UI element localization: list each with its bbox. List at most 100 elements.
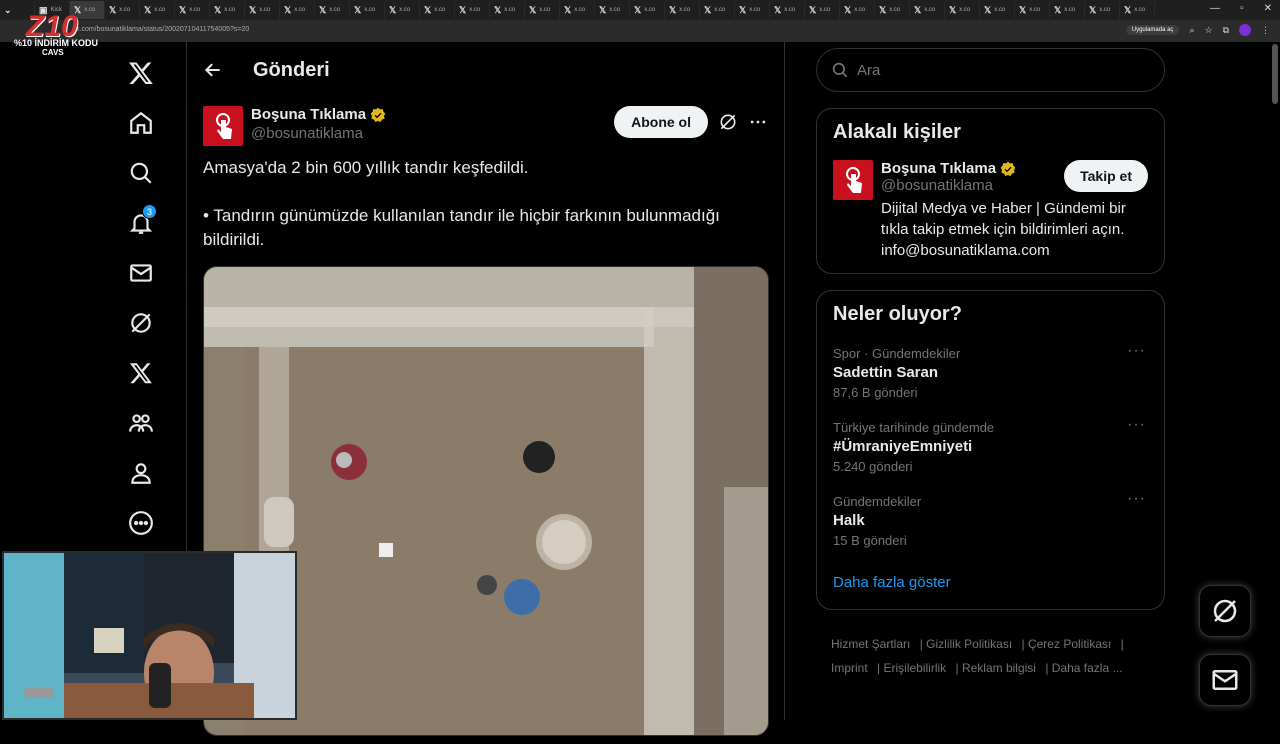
messages-floating-button[interactable]	[1199, 654, 1251, 706]
browser-tab[interactable]: 𝕏x.co	[560, 1, 595, 19]
browser-tab[interactable]: 𝕏x.co	[280, 1, 315, 19]
browser-tab[interactable]: 𝕏x.co	[455, 1, 490, 19]
browser-tab[interactable]: 𝕏x.co	[350, 1, 385, 19]
trend-item[interactable]: Spor · Gündemdekiler Sadettin Saran 87,6…	[833, 342, 1148, 400]
profile-avatar[interactable]	[1239, 24, 1251, 36]
browser-tab[interactable]: 𝕏x.co	[595, 1, 630, 19]
x-tab-icon: 𝕏	[1124, 4, 1132, 15]
back-arrow-icon[interactable]	[203, 60, 223, 80]
footer-link[interactable]: Imprint	[831, 661, 868, 675]
browser-tab[interactable]: 𝕏x.co	[1120, 1, 1155, 19]
browser-tab[interactable]: 𝕏x.co	[735, 1, 770, 19]
author-avatar[interactable]	[203, 106, 243, 146]
browser-tab[interactable]: 𝕏x.co	[700, 1, 735, 19]
minimize-icon[interactable]: —	[1210, 3, 1220, 14]
x-tab-icon: 𝕏	[879, 4, 887, 15]
browser-tab[interactable]: 𝕏x.co	[175, 1, 210, 19]
tweet-text-line: Amasya'da 2 bin 600 yıllık tandır keşfed…	[203, 158, 529, 177]
x-tab-icon: 𝕏	[599, 4, 607, 15]
follow-button[interactable]: Takip et	[1064, 160, 1148, 192]
browser-tab[interactable]: 𝕏x.co	[805, 1, 840, 19]
nav-communities[interactable]	[116, 398, 166, 448]
avatar[interactable]	[833, 160, 873, 200]
trend-item[interactable]: Gündemdekiler Halk 15 B gönderi ···	[833, 490, 1148, 548]
show-more-link[interactable]: Daha fazla göster	[833, 574, 1148, 591]
author-name[interactable]: Boşuna Tıklama	[251, 106, 386, 123]
trend-more-icon[interactable]: ···	[1127, 490, 1146, 508]
browser-tab[interactable]: 𝕏x.co	[910, 1, 945, 19]
browser-tab[interactable]: 𝕏x.co	[385, 1, 420, 19]
footer-link[interactable]: Gizlilik Politikası	[926, 637, 1012, 651]
nav-premium[interactable]	[116, 348, 166, 398]
trend-more-icon[interactable]: ···	[1127, 416, 1146, 434]
tab-label: x.co	[959, 7, 971, 13]
browser-tab[interactable]: 𝕏x.co	[140, 1, 175, 19]
person-name-text[interactable]: Boşuna Tıklama	[881, 160, 996, 177]
page-scrollbar[interactable]	[1272, 44, 1278, 104]
x-tab-icon: 𝕏	[564, 4, 572, 15]
footer-link[interactable]: Çerez Politikası	[1028, 637, 1111, 651]
x-premium-icon	[129, 363, 152, 384]
nav-home[interactable]	[116, 98, 166, 148]
more-options-icon[interactable]	[748, 112, 768, 132]
nav-profile[interactable]	[116, 448, 166, 498]
browser-tab[interactable]: 𝕏x.co	[770, 1, 805, 19]
nav-grok[interactable]	[116, 298, 166, 348]
nav-notifications[interactable]: 3	[116, 198, 166, 248]
open-in-app-pill[interactable]: Uygulamada aç	[1125, 25, 1180, 35]
browser-tab[interactable]: 𝕏x.co	[1050, 1, 1085, 19]
search-input[interactable]: Ara	[816, 48, 1165, 92]
tab-label: x.co	[364, 7, 376, 13]
close-window-icon[interactable]: ✕	[1264, 3, 1272, 14]
browser-tab[interactable]: 𝕏x.co	[245, 1, 280, 19]
browser-tab[interactable]: 𝕏x.co	[665, 1, 700, 19]
x-tab-icon: 𝕏	[284, 4, 292, 15]
trend-title[interactable]: #ÜmraniyeEmniyeti	[833, 438, 1148, 455]
browser-tab[interactable]: 𝕏x.co	[525, 1, 560, 19]
browser-tab[interactable]: 𝕏x.co	[210, 1, 245, 19]
maximize-icon[interactable]: ▫	[1240, 3, 1244, 14]
x-tab-icon: 𝕏	[704, 4, 712, 15]
browser-tab[interactable]: 𝕏x.co	[980, 1, 1015, 19]
bookmark-star-icon[interactable]: ☆	[1204, 25, 1212, 36]
nav-explore[interactable]	[116, 148, 166, 198]
grok-floating-button[interactable]	[1199, 585, 1251, 637]
nav-more[interactable]	[116, 498, 166, 548]
browser-tab[interactable]: 𝕏x.co	[315, 1, 350, 19]
notification-badge: 3	[142, 204, 157, 219]
tab-label: x.co	[1064, 7, 1076, 13]
tab-label: x.co	[889, 7, 901, 13]
related-person[interactable]: Boşuna Tıklama @bosunatiklama Dijital Me…	[833, 160, 1148, 261]
footer-link[interactable]: Erişilebilirlik	[883, 661, 946, 675]
footer-link[interactable]: Daha fazla ...	[1052, 661, 1123, 675]
x-logo-link[interactable]	[116, 48, 166, 98]
trend-more-icon[interactable]: ···	[1127, 342, 1146, 360]
communities-icon	[129, 414, 153, 432]
trend-title[interactable]: Sadettin Saran	[833, 364, 1148, 381]
trend-title[interactable]: Halk	[833, 512, 1148, 529]
browser-tab[interactable]: 𝕏x.co	[630, 1, 665, 19]
footer-link[interactable]: Reklam bilgisi	[962, 661, 1036, 675]
browser-tab[interactable]: 𝕏x.co	[1085, 1, 1120, 19]
browser-tab[interactable]: 𝕏x.co	[945, 1, 980, 19]
subscribe-button[interactable]: Abone ol	[614, 106, 708, 138]
extensions-icon[interactable]: ⧉	[1223, 25, 1229, 36]
trend-item[interactable]: Türkiye tarihinde gündemde #ÜmraniyeEmni…	[833, 416, 1148, 474]
browser-tab[interactable]: 𝕏x.co	[490, 1, 525, 19]
nav-messages[interactable]	[116, 248, 166, 298]
footer-link[interactable]: Hizmet Şartları	[831, 637, 910, 651]
verified-badge-icon	[1000, 161, 1016, 176]
browser-tab[interactable]: 𝕏x.co	[420, 1, 455, 19]
grok-explain-icon[interactable]	[718, 112, 738, 132]
browser-tab[interactable]: 𝕏x.co	[875, 1, 910, 19]
x-tab-icon: 𝕏	[669, 4, 677, 15]
x-logo-icon	[128, 62, 153, 85]
browser-tab[interactable]: 𝕏x.co	[1015, 1, 1050, 19]
author-name-text[interactable]: Boşuna Tıklama	[251, 106, 366, 123]
zoom-icon[interactable]: ⌕	[1189, 25, 1194, 36]
browser-tab[interactable]: 𝕏x.co	[105, 1, 140, 19]
author-handle[interactable]: @bosunatiklama	[251, 125, 386, 142]
browser-tab[interactable]: 𝕏x.co	[840, 1, 875, 19]
browser-menu-icon[interactable]: ⋮	[1261, 25, 1270, 36]
tab-label: x.co	[294, 7, 306, 13]
